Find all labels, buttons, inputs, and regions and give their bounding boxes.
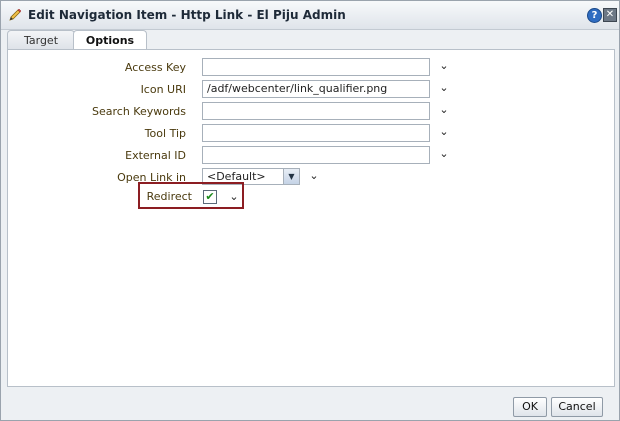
help-icon[interactable]: ? bbox=[587, 8, 602, 23]
tool-tip-input[interactable] bbox=[202, 124, 430, 142]
search-keywords-input[interactable] bbox=[202, 102, 430, 120]
pencil-icon bbox=[9, 8, 22, 21]
open-link-in-row: Open Link in <Default> ▼ ⌄ bbox=[8, 168, 608, 188]
access-key-row: Access Key ⌄ bbox=[8, 58, 608, 78]
dialog-title: Edit Navigation Item - Http Link - El Pi… bbox=[28, 8, 346, 22]
chevron-down-icon[interactable]: ⌄ bbox=[438, 147, 450, 161]
icon-uri-input[interactable]: /adf/webcenter/link_qualifier.png bbox=[202, 80, 430, 98]
tool-tip-label: Tool Tip bbox=[144, 127, 186, 140]
external-id-row: External ID ⌄ bbox=[8, 146, 608, 166]
chevron-down-icon[interactable]: ⌄ bbox=[438, 81, 450, 95]
tab-options[interactable]: Options bbox=[73, 30, 147, 51]
access-key-label: Access Key bbox=[124, 61, 186, 74]
icon-uri-row: Icon URI /adf/webcenter/link_qualifier.p… bbox=[8, 80, 608, 100]
external-id-input[interactable] bbox=[202, 146, 430, 164]
title-bar: Edit Navigation Item - Http Link - El Pi… bbox=[1, 1, 619, 30]
chevron-down-icon[interactable]: ⌄ bbox=[228, 190, 240, 204]
close-icon[interactable]: ✕ bbox=[603, 8, 617, 22]
access-key-input[interactable] bbox=[202, 58, 430, 76]
search-keywords-row: Search Keywords ⌄ bbox=[8, 102, 608, 122]
icon-uri-label: Icon URI bbox=[140, 83, 186, 96]
tool-tip-row: Tool Tip ⌄ bbox=[8, 124, 608, 144]
dialog: Edit Navigation Item - Http Link - El Pi… bbox=[0, 0, 620, 421]
dialog-footer: OK Cancel bbox=[1, 387, 619, 420]
options-panel: Access Key ⌄ Icon URI /adf/webcenter/lin… bbox=[7, 49, 615, 387]
cancel-button[interactable]: Cancel bbox=[551, 397, 603, 417]
chevron-down-icon[interactable]: ⌄ bbox=[438, 103, 450, 117]
search-keywords-label: Search Keywords bbox=[92, 105, 186, 118]
chevron-down-icon[interactable]: ⌄ bbox=[438, 125, 450, 139]
tab-target[interactable]: Target bbox=[7, 30, 75, 50]
external-id-label: External ID bbox=[125, 149, 186, 162]
redirect-checkbox[interactable]: ✔ bbox=[203, 190, 217, 204]
redirect-label: Redirect bbox=[146, 190, 192, 203]
ok-button[interactable]: OK bbox=[513, 397, 547, 417]
chevron-down-icon[interactable]: ⌄ bbox=[308, 169, 320, 183]
dropdown-arrow-icon[interactable]: ▼ bbox=[283, 169, 299, 184]
chevron-down-icon[interactable]: ⌄ bbox=[438, 59, 450, 73]
